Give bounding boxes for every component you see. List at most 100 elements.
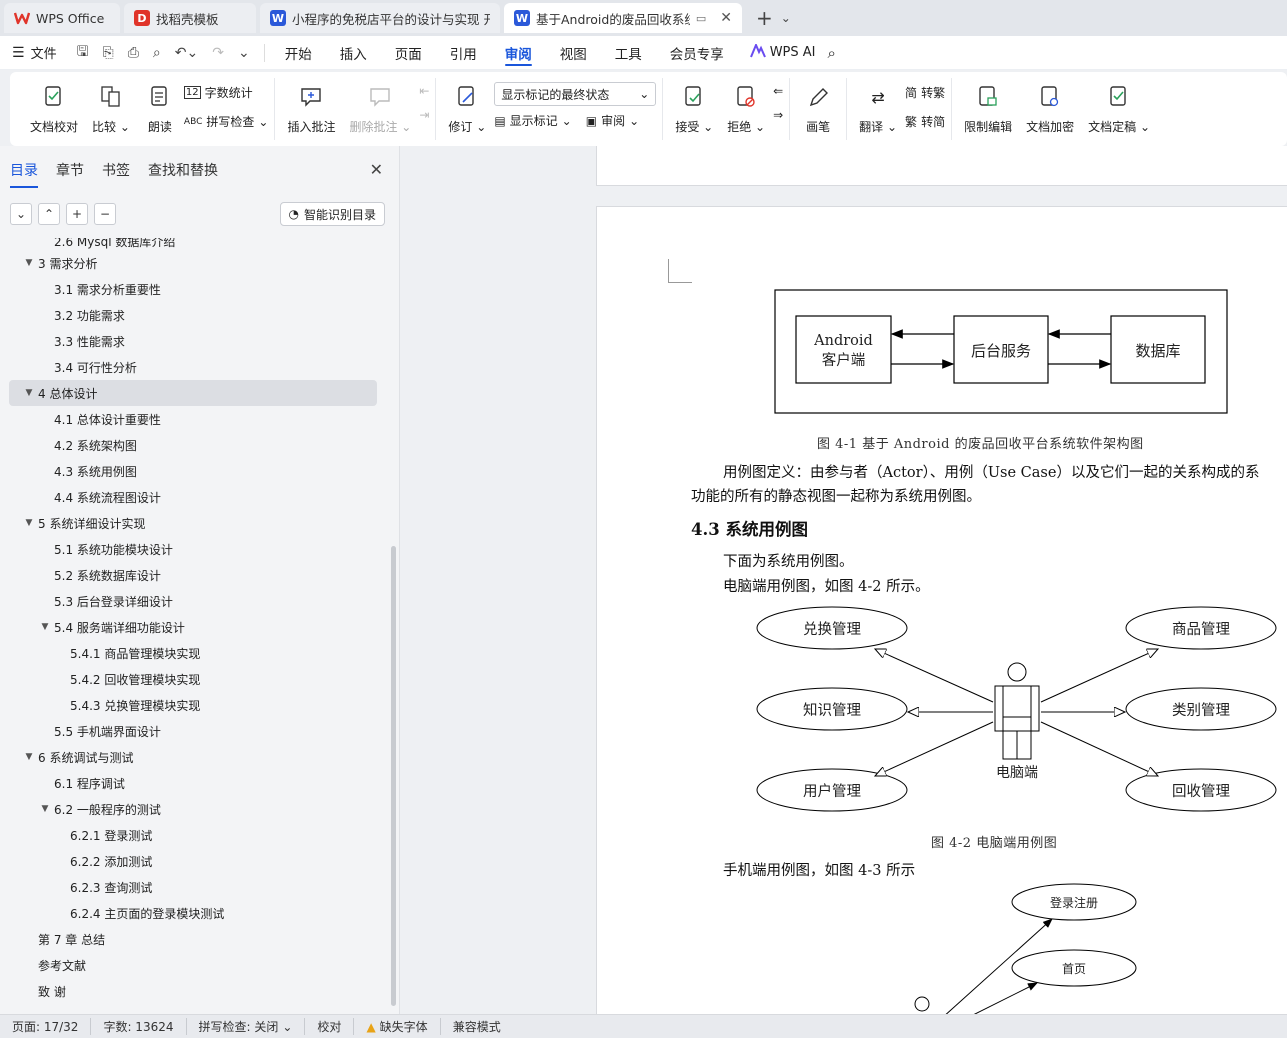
restrict-edit-button[interactable]: 限制编辑	[958, 78, 1018, 137]
review-pane-button[interactable]: ▣ 审阅 ⌄	[586, 112, 639, 129]
menu-member[interactable]: 会员专享	[670, 36, 724, 70]
accept-button[interactable]: 接受 ⌄	[669, 78, 719, 137]
toc-item[interactable]: 参考文献	[0, 952, 390, 978]
toc-item[interactable]: ▼ 6 系统调试与测试	[0, 744, 390, 770]
toc-item[interactable]: 4.1 总体设计重要性	[0, 406, 390, 432]
new-tab-icon[interactable]: +	[756, 6, 773, 30]
toc-item[interactable]: ▼ 5 系统详细设计实现	[0, 510, 390, 536]
compare-button[interactable]: 比较 ⌄	[86, 78, 136, 137]
toc-item[interactable]: 5.4.1 商品管理模块实现	[0, 640, 390, 666]
toc-item[interactable]: 3.4 可行性分析	[0, 354, 390, 380]
finalize-button[interactable]: 文档定稿 ⌄	[1082, 78, 1156, 137]
menu-start[interactable]: 开始	[285, 36, 312, 70]
toc-item[interactable]: ▼ 5.4 服务端详细功能设计	[0, 614, 390, 640]
next-comment-icon[interactable]: ⇥	[419, 108, 429, 122]
toc-item[interactable]: 6.2.2 添加测试	[0, 848, 390, 874]
menu-view[interactable]: 视图	[560, 36, 587, 70]
file-menu[interactable]: ☰ 文件	[12, 43, 57, 63]
close-icon[interactable]: ✕	[370, 160, 383, 179]
tab-wps-office[interactable]: WPS Office	[4, 3, 120, 33]
translate-button[interactable]: ⇄ 翻译 ⌄	[853, 78, 903, 137]
menu-review[interactable]: 审阅	[504, 36, 532, 70]
document-page[interactable]: Android 客户端 后台服务 数据库 图 4-1 基于 Android 的废…	[596, 206, 1287, 1014]
word-count-button[interactable]: 12 字数统计	[183, 84, 269, 101]
menu-reference[interactable]: 引用	[450, 36, 477, 70]
expand-toggle-icon[interactable]: ▼	[22, 258, 36, 268]
toc-item[interactable]: 5.2 系统数据库设计	[0, 562, 390, 588]
next-change-icon[interactable]: ⇒	[773, 108, 783, 122]
toc-item[interactable]: 4.3 系统用例图	[0, 458, 390, 484]
remove-icon[interactable]: −	[94, 203, 116, 225]
toc-item[interactable]: 6.2.4 主页面的登录模块测试	[0, 900, 390, 926]
toc-item[interactable]: 2.6 Mysql 数据库介绍	[0, 238, 390, 250]
smart-toc-button[interactable]: ◔ 智能识别目录	[279, 202, 385, 226]
print-preview-icon[interactable]: ⌕	[153, 45, 161, 61]
show-markup-button[interactable]: ▤ 显示标记 ⌄	[494, 112, 571, 129]
more-chevron-icon[interactable]: ⌄	[238, 45, 250, 61]
tab-docer-templates[interactable]: D 找稻壳模板	[124, 3, 256, 33]
to-simplified-button[interactable]: 繁 转简	[905, 113, 945, 130]
toc-item[interactable]: 5.1 系统功能模块设计	[0, 536, 390, 562]
to-traditional-button[interactable]: 简 转繁	[905, 84, 945, 101]
revise-button[interactable]: 修订 ⌄	[442, 78, 492, 137]
tab-toc[interactable]: 目录	[10, 160, 38, 188]
encrypt-button[interactable]: 文档加密	[1020, 78, 1080, 137]
toc-item[interactable]: 5.5 手机端界面设计	[0, 718, 390, 744]
toc-item[interactable]: 5.4.3 兑换管理模块实现	[0, 692, 390, 718]
toc-item[interactable]: 6.2.1 登录测试	[0, 822, 390, 848]
menu-page[interactable]: 页面	[395, 36, 422, 70]
toc-scrollbar[interactable]	[391, 546, 396, 1006]
toc-item[interactable]: ▼ 4 总体设计	[9, 380, 377, 406]
toc-item[interactable]: 4.2 系统架构图	[0, 432, 390, 458]
expand-toggle-icon[interactable]: ▼	[22, 518, 36, 528]
toc-item[interactable]: 5.3 后台登录详细设计	[0, 588, 390, 614]
word-count-status[interactable]: 字数: 13624	[103, 1018, 187, 1035]
read-aloud-button[interactable]: 朗读	[138, 78, 182, 137]
spell-check-button[interactable]: ABC 拼写检查 ⌄	[184, 113, 269, 130]
export-icon[interactable]: ⎘	[103, 45, 114, 61]
wps-ai-button[interactable]: WPS AI	[749, 41, 816, 62]
toc-item[interactable]: ▼ 3 需求分析	[0, 250, 390, 276]
menu-insert[interactable]: 插入	[340, 36, 367, 70]
add-icon[interactable]: +	[66, 203, 88, 225]
reject-button[interactable]: 拒绝 ⌄	[721, 78, 771, 137]
expand-toggle-icon[interactable]: ▼	[38, 804, 52, 814]
toc-item[interactable]: 第 7 章 总结	[0, 926, 390, 952]
markup-mode-select[interactable]: 显示标记的最终状态 ⌄	[494, 82, 657, 106]
toc-item[interactable]: 3.3 性能需求	[0, 328, 390, 354]
toc-item[interactable]: 4.4 系统流程图设计	[0, 484, 390, 510]
toc-item[interactable]: 3.2 功能需求	[0, 302, 390, 328]
toc-item[interactable]: ▼ 6.2 一般程序的测试	[0, 796, 390, 822]
expand-down-icon[interactable]: ⌄	[10, 203, 32, 225]
expand-toggle-icon[interactable]: ▼	[22, 752, 36, 762]
tab-find-replace[interactable]: 查找和替换	[148, 160, 218, 180]
expand-toggle-icon[interactable]: ▼	[22, 388, 36, 398]
missing-font-status[interactable]: ▲ 缺失字体	[366, 1018, 441, 1035]
collapse-up-icon[interactable]: ⌃	[38, 203, 60, 225]
tab-bookmarks[interactable]: 书签	[102, 160, 130, 180]
menu-tools[interactable]: 工具	[615, 36, 642, 70]
expand-toggle-icon[interactable]: ▼	[38, 622, 52, 632]
previous-comment-icon[interactable]: ⇤	[419, 84, 429, 98]
previous-change-icon[interactable]: ⇐	[773, 84, 783, 98]
save-icon[interactable]: 🖫	[77, 41, 89, 65]
tab-sections[interactable]: 章节	[56, 160, 84, 180]
toc-item[interactable]: 6.2.3 查询测试	[0, 874, 390, 900]
pen-button[interactable]: 画笔	[796, 78, 840, 137]
proofread-button[interactable]: 文档校对	[24, 78, 84, 137]
print-icon[interactable]: ⎙	[128, 45, 139, 61]
tab-document-1[interactable]: W 小程序的免税店平台的设计与实现 开	[260, 3, 500, 33]
search-icon[interactable]: ⌕	[828, 44, 836, 62]
toc-item[interactable]: 3.1 需求分析重要性	[0, 276, 390, 302]
toc-item[interactable]: 致 谢	[0, 978, 390, 1004]
redo-icon[interactable]: ↷	[212, 45, 224, 61]
delete-comment-button[interactable]: 删除批注 ⌄	[343, 78, 417, 137]
toc-item[interactable]: 5.4.2 回收管理模块实现	[0, 666, 390, 692]
spell-check-status[interactable]: 拼写检查: 关闭 ⌄	[199, 1018, 306, 1035]
undo-icon[interactable]: ↶⌄	[175, 45, 198, 61]
page-indicator[interactable]: 页面: 17/32	[12, 1018, 92, 1035]
proof-status[interactable]: 校对	[317, 1018, 355, 1035]
insert-comment-button[interactable]: 插入批注	[281, 78, 341, 137]
toc-item[interactable]: 6.1 程序调试	[0, 770, 390, 796]
close-tab-icon[interactable]: ✕	[712, 10, 732, 26]
